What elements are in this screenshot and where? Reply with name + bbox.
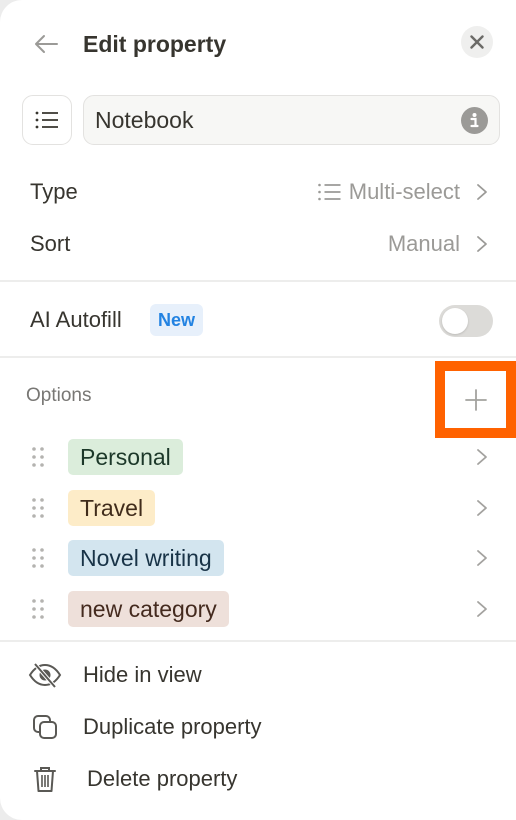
duplicate-property-action[interactable]: Duplicate property — [0, 701, 516, 751]
delete-property-action[interactable]: Delete property — [0, 753, 516, 803]
divider — [0, 640, 516, 642]
close-button[interactable] — [461, 26, 493, 58]
list-icon — [35, 111, 58, 129]
chevron-right-icon — [476, 234, 488, 254]
trash-icon — [28, 765, 62, 793]
drag-handle-icon[interactable] — [30, 598, 46, 620]
sort-label: Sort — [30, 231, 71, 256]
back-button[interactable] — [30, 28, 62, 60]
list-icon — [317, 183, 341, 201]
hide-in-view-label: Hide in view — [83, 662, 202, 687]
eye-off-icon — [28, 661, 62, 689]
chevron-right-icon — [476, 447, 488, 467]
option-row[interactable]: Travel — [0, 483, 516, 533]
close-icon — [470, 35, 484, 49]
chevron-right-icon — [476, 599, 488, 619]
hide-in-view-action[interactable]: Hide in view — [0, 649, 516, 699]
chevron-right-icon — [476, 182, 488, 202]
drag-handle-icon[interactable] — [30, 547, 46, 569]
type-label: Type — [30, 179, 78, 204]
delete-property-label: Delete property — [87, 766, 238, 791]
chevron-right-icon — [476, 548, 488, 568]
sort-value: Manual — [387, 231, 460, 256]
options-heading: Options — [26, 385, 92, 406]
property-name-input[interactable] — [83, 95, 500, 145]
divider — [0, 280, 516, 282]
option-row[interactable]: Personal — [0, 432, 516, 482]
info-icon[interactable] — [461, 107, 488, 134]
option-tag: Personal — [68, 439, 183, 475]
toggle-knob — [442, 308, 468, 334]
option-tag: Novel writing — [68, 540, 224, 576]
property-icon-button[interactable] — [22, 95, 72, 145]
option-row[interactable]: new category — [0, 584, 516, 634]
chevron-right-icon — [476, 498, 488, 518]
sort-row[interactable]: Sort Manual — [0, 219, 516, 269]
option-tag: new category — [68, 590, 229, 627]
type-value: Multi-select — [348, 179, 460, 204]
divider — [0, 356, 516, 358]
drag-handle-icon[interactable] — [30, 446, 46, 468]
option-tag: Travel — [68, 489, 156, 526]
duplicate-icon — [28, 713, 62, 741]
ai-autofill-label: AI Autofill — [30, 307, 122, 332]
arrow-left-icon — [35, 35, 58, 53]
ai-autofill-toggle[interactable] — [439, 305, 493, 337]
duplicate-property-label: Duplicate property — [83, 714, 262, 739]
add-option-button[interactable] — [435, 361, 516, 438]
drag-handle-icon[interactable] — [30, 497, 46, 519]
page-title: Edit property — [83, 31, 227, 57]
info-glyph — [470, 113, 479, 128]
plus-icon — [464, 388, 487, 411]
option-row[interactable]: Novel writing — [0, 533, 516, 583]
edit-property-panel: Edit property Type Multi-select — [0, 0, 516, 820]
type-value-wrap: Multi-select — [317, 179, 460, 205]
type-row[interactable]: Type Multi-select — [0, 167, 516, 217]
new-badge: New — [150, 304, 204, 336]
